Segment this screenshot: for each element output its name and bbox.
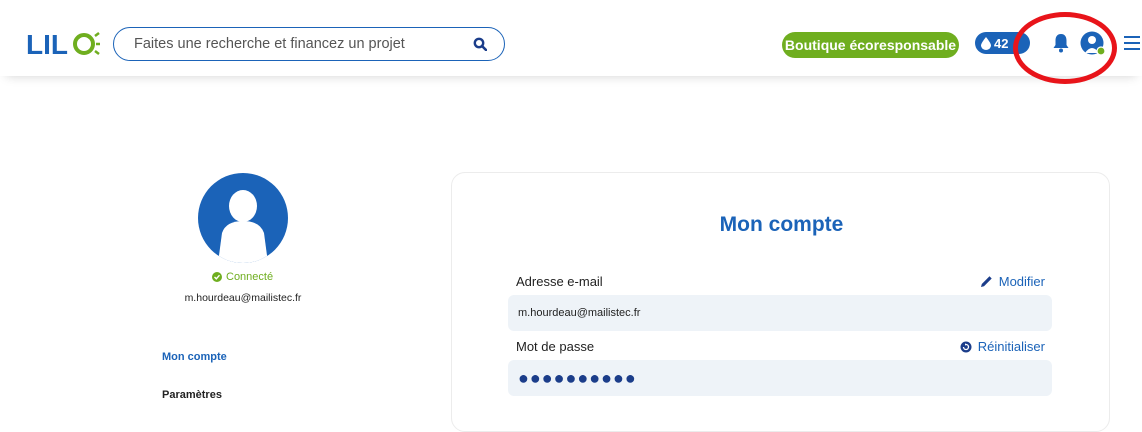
user-email: m.hourdeau@mailistec.fr: [184, 292, 302, 304]
password-field-label: Mot de passe: [516, 339, 595, 354]
pencil-icon: [980, 276, 992, 287]
eco-shop-button[interactable]: Boutique écoresponsable: [782, 32, 959, 58]
reset-icon: [960, 341, 972, 352]
hamburger-menu-icon[interactable]: [1124, 36, 1140, 52]
lilo-logo[interactable]: LIL: [26, 24, 100, 64]
profile-avatar: [198, 173, 288, 263]
sidebar-item-account[interactable]: Mon compte: [162, 351, 227, 363]
drops-count: 42: [994, 35, 1009, 51]
check-circle-icon: [212, 272, 222, 282]
reset-password-button[interactable]: Réinitialiser: [960, 339, 1045, 354]
password-field[interactable]: ●●●●●●●●●●: [508, 360, 1052, 396]
sidebar-item-settings[interactable]: Paramètres: [162, 389, 222, 401]
edit-email-button[interactable]: Modifier: [980, 274, 1045, 289]
top-header: LIL Boutique écoresponsable 42: [0, 0, 1142, 76]
search-bar[interactable]: [113, 27, 505, 61]
annotation-red-circle: [1013, 12, 1117, 84]
email-field[interactable]: m.hourdeau@mailistec.fr: [508, 295, 1052, 331]
email-value: m.hourdeau@mailistec.fr: [518, 307, 641, 319]
edit-email-label: Modifier: [998, 274, 1045, 289]
connection-status: Connecté: [212, 271, 273, 283]
account-card: Mon compte Adresse e-mail Modifier m.hou…: [451, 172, 1110, 432]
water-drop-icon: [981, 36, 991, 50]
search-icon[interactable]: [473, 37, 487, 51]
email-field-label: Adresse e-mail: [516, 274, 603, 289]
svg-text:LIL: LIL: [26, 29, 68, 60]
page-title: Mon compte: [719, 213, 844, 236]
search-input[interactable]: [134, 36, 464, 52]
status-label: Connecté: [226, 271, 274, 283]
user-silhouette-icon: [218, 190, 268, 263]
reset-password-label: Réinitialiser: [977, 339, 1045, 354]
password-mask: ●●●●●●●●●●: [518, 367, 637, 388]
